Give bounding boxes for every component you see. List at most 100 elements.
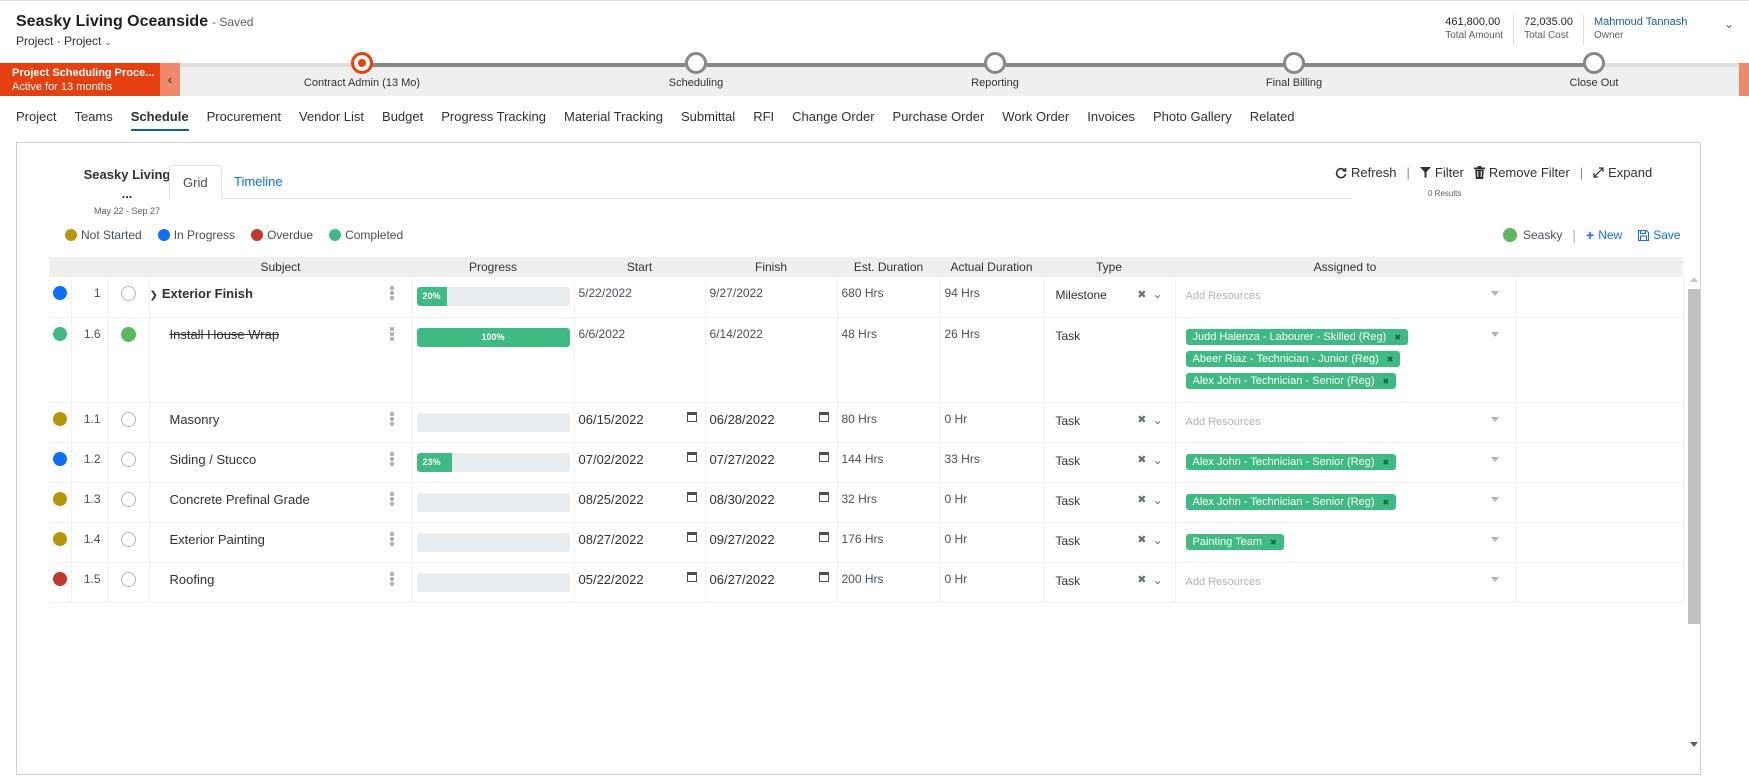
assigned-dropdown-caret-icon[interactable] (1490, 576, 1499, 582)
finish-date[interactable]: 06/28/2022 (710, 412, 775, 427)
task-row[interactable]: 1.3 Concrete Prefinal Grade 08/25/2022 08/3… (49, 482, 1684, 523)
process-previous-button[interactable]: ‹ (160, 63, 180, 96)
start-date[interactable]: 07/02/2022 (579, 452, 644, 467)
add-resources-input[interactable]: Add Resources (1186, 290, 1261, 302)
remove-resource-icon[interactable]: ✖ (1383, 498, 1390, 507)
header-finish[interactable]: Finish (705, 257, 837, 277)
stage-close-out[interactable]: Close Out (1504, 52, 1684, 89)
new-task-button[interactable]: + New (1586, 227, 1622, 243)
type-cell[interactable]: Task ✖ ⌄ (1043, 562, 1176, 603)
calendar-icon[interactable] (686, 531, 697, 542)
assigned-cell[interactable]: Alex John - Technician - Senior (Reg) ✖ (1175, 482, 1516, 523)
assigned-dropdown-caret-icon[interactable] (1490, 456, 1499, 462)
assigned-cell[interactable]: Add Resources (1175, 277, 1516, 318)
complete-checkbox[interactable] (120, 411, 136, 427)
complete-checkbox[interactable] (120, 326, 136, 342)
start-date[interactable]: 06/15/2022 (579, 412, 644, 427)
task-row[interactable]: 1.2 Siding / Stucco 23% 07/02/2022 07/27/202… (49, 442, 1684, 483)
remove-resource-icon[interactable]: ✖ (1387, 355, 1394, 364)
complete-checkbox[interactable] (120, 286, 136, 301)
clear-type-icon[interactable]: ✖ (1137, 573, 1146, 586)
clear-type-icon[interactable]: ✖ (1137, 453, 1146, 466)
row-menu-icon[interactable] (389, 531, 394, 547)
task-row[interactable]: 1.4 Exterior Painting 08/27/2022 09/27/2022… (49, 522, 1684, 563)
finish-date[interactable]: 09/27/2022 (710, 532, 775, 547)
finish-date-cell[interactable]: 09/27/2022 (705, 522, 838, 563)
header-subject[interactable]: Subject (149, 257, 412, 277)
grid-view-tab[interactable]: Grid (169, 165, 222, 199)
row-menu-icon[interactable] (389, 286, 394, 301)
assigned-dropdown-caret-icon[interactable] (1490, 331, 1499, 337)
stage-contract-admin[interactable]: Contract Admin (13 Mo) (272, 52, 452, 89)
clear-type-icon[interactable]: ✖ (1137, 493, 1146, 506)
assigned-dropdown-caret-icon[interactable] (1490, 291, 1499, 296)
task-row[interactable]: 1 ❯ Exterior Finish 20% 5/22/2022 9/27/2022 68… (49, 277, 1684, 318)
type-cell[interactable]: Task ✖ ⌄ (1043, 482, 1176, 523)
type-dropdown-chevron-icon[interactable]: ⌄ (1152, 413, 1162, 427)
calendar-icon[interactable] (686, 451, 697, 462)
subject-cell[interactable]: Siding / Stucco (149, 442, 413, 483)
start-date-cell[interactable]: 08/25/2022 (574, 482, 706, 523)
subject-cell[interactable]: Exterior Painting (149, 522, 413, 563)
tab-photo-gallery[interactable]: Photo Gallery (1153, 109, 1232, 131)
tab-procurement[interactable]: Procurement (207, 109, 281, 131)
remove-resource-icon[interactable]: ✖ (1383, 458, 1390, 467)
header-start[interactable]: Start (574, 257, 705, 277)
subject-cell[interactable]: Roofing (149, 562, 413, 603)
finish-date-cell[interactable]: 06/27/2022 (705, 562, 838, 603)
clear-type-icon[interactable]: ✖ (1137, 533, 1146, 546)
calendar-icon[interactable] (818, 571, 829, 582)
finish-date-cell[interactable]: 06/28/2022 (705, 402, 838, 443)
tab-budget[interactable]: Budget (382, 109, 423, 131)
header-actual-duration[interactable]: Actual Duration (940, 257, 1043, 277)
assigned-cell[interactable]: Judd Halenza - Labourer - Skilled (Reg) ✖… (1175, 317, 1516, 403)
subject-cell[interactable]: ❯ Exterior Finish (149, 277, 413, 318)
subject-cell[interactable]: Concrete Prefinal Grade (149, 482, 413, 523)
calendar-icon[interactable] (818, 411, 829, 422)
complete-checkbox[interactable] (120, 571, 136, 587)
assigned-dropdown-caret-icon[interactable] (1490, 536, 1499, 542)
process-name-flag[interactable]: Project Scheduling Proce... Active for 1… (0, 63, 160, 96)
type-dropdown-chevron-icon[interactable]: ⌄ (1152, 287, 1162, 301)
tab-progress-tracking[interactable]: Progress Tracking (441, 109, 546, 131)
row-menu-icon[interactable] (389, 571, 394, 587)
tab-purchase-order[interactable]: Purchase Order (893, 109, 985, 131)
finish-date[interactable]: 06/27/2022 (710, 572, 775, 587)
type-cell[interactable]: Task ✖ ⌄ (1043, 402, 1176, 443)
task-row[interactable]: 1.5 Roofing 05/22/2022 06/27/2022 200 Hrs 0 H… (49, 562, 1684, 603)
calendar-icon[interactable] (818, 491, 829, 502)
assigned-cell[interactable]: Add Resources (1175, 402, 1516, 443)
complete-checkbox[interactable] (120, 451, 136, 467)
collapse-chevron-icon[interactable]: ❯ (150, 290, 158, 301)
start-date[interactable]: 08/27/2022 (579, 532, 644, 547)
subject-cell[interactable]: Install House Wrap (149, 317, 413, 403)
timeline-view-tab[interactable]: Timeline (221, 165, 296, 199)
scroll-thumb[interactable] (1688, 289, 1700, 624)
calendar-icon[interactable] (818, 451, 829, 462)
tab-related[interactable]: Related (1250, 109, 1295, 131)
header-type[interactable]: Type (1043, 257, 1175, 277)
remove-filter-button[interactable]: Remove Filter (1473, 165, 1570, 180)
stage-final-billing[interactable]: Final Billing (1204, 52, 1384, 89)
start-date-cell[interactable]: 06/15/2022 (574, 402, 706, 443)
tab-project[interactable]: Project (16, 109, 56, 131)
clear-type-icon[interactable]: ✖ (1137, 413, 1146, 426)
type-dropdown-chevron-icon[interactable]: ⌄ (1152, 533, 1162, 547)
tab-teams[interactable]: Teams (74, 109, 112, 131)
tab-submittal[interactable]: Submittal (681, 109, 735, 131)
start-date[interactable]: 05/22/2022 (579, 572, 644, 587)
tab-invoices[interactable]: Invoices (1087, 109, 1135, 131)
clear-type-icon[interactable]: ✖ (1137, 288, 1146, 301)
header-assigned-to[interactable]: Assigned to (1175, 257, 1515, 277)
start-date-cell[interactable]: 6/6/2022 (574, 317, 706, 403)
subject-cell[interactable]: Masonry (149, 402, 413, 443)
tab-vendor-list[interactable]: Vendor List (299, 109, 364, 131)
tab-schedule[interactable]: Schedule (130, 109, 189, 131)
save-button[interactable]: Save (1638, 228, 1681, 242)
finish-date-cell[interactable]: 08/30/2022 (705, 482, 838, 523)
assigned-cell[interactable]: Painting Team ✖ (1175, 522, 1516, 563)
expand-button[interactable]: Expand (1593, 165, 1652, 180)
finish-date-cell[interactable]: 6/14/2022 (705, 317, 838, 403)
form-selector[interactable]: Project (64, 34, 101, 48)
scroll-down-icon[interactable] (1690, 742, 1698, 747)
